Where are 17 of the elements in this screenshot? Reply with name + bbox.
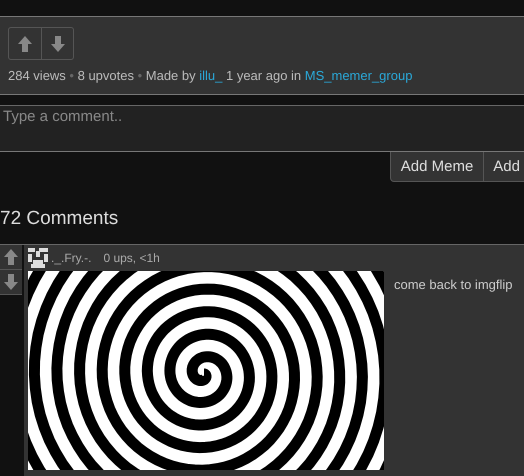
author-link[interactable]: illu_: [199, 68, 222, 83]
comments-heading: 72 Comments: [0, 207, 120, 231]
upvote-button[interactable]: [0, 245, 22, 270]
down-arrow-icon: [50, 36, 64, 52]
add-meme-button[interactable]: Add Meme: [390, 152, 484, 182]
up-arrow-icon: [4, 249, 18, 265]
comment-meta: 0 ups, <1h: [103, 251, 160, 265]
group-link[interactable]: MS_memer_group: [304, 68, 412, 83]
comment-text: come back to imgflip: [394, 277, 512, 294]
up-arrow-icon: [18, 36, 32, 52]
downvote-button[interactable]: [0, 270, 22, 295]
post-stats: 284 views • 8 upvotes • Made by illu_ 1 year ago in MS_memer_group: [8, 68, 414, 83]
down-arrow-icon: [4, 274, 18, 290]
add-button[interactable]: Add: [484, 152, 524, 182]
comment-input[interactable]: Type a comment..: [0, 105, 524, 152]
avatar-icon: [28, 248, 48, 268]
comment-username[interactable]: ._.Fry.-.: [51, 251, 92, 265]
